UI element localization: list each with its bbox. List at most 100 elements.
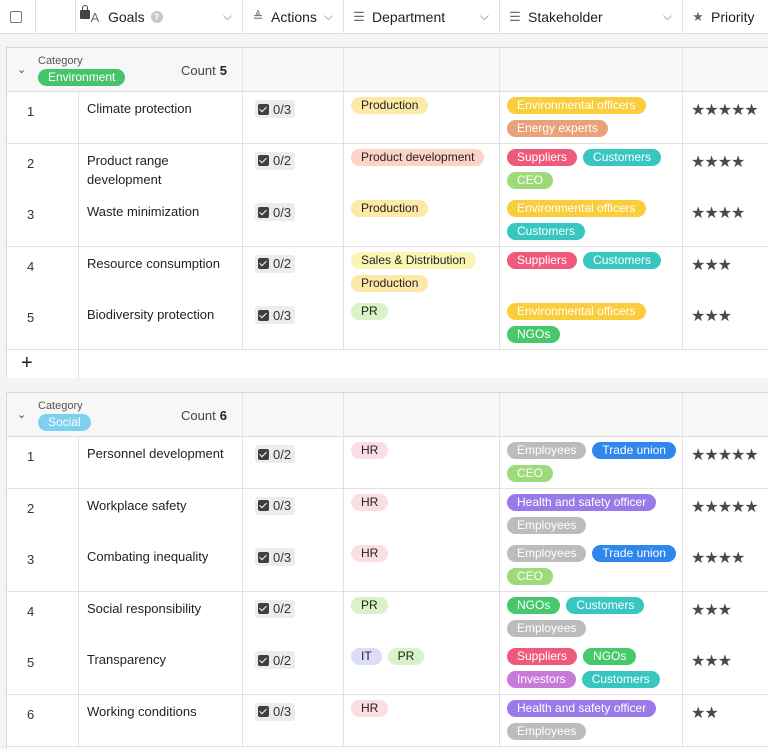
actions-cell[interactable]: 0/2 [243,437,344,488]
chevron-down-icon[interactable]: ⌄ [17,408,26,421]
select-all-checkbox[interactable] [10,11,22,23]
department-cell[interactable]: IT PR [344,643,500,694]
priority-cell[interactable]: ★★★★★ [683,92,768,143]
priority-cell[interactable]: ★★★ [683,298,768,349]
goal-cell[interactable]: Waste minimization [79,195,243,246]
priority-cell[interactable]: ★★★★★ [683,437,768,488]
goal-cell[interactable]: Transparency [79,643,243,694]
stakeholder-cell[interactable]: NGOs Customers Employees [500,591,683,643]
department-cell[interactable]: HR [344,540,500,591]
actions-cell[interactable]: 0/2 [243,143,344,195]
department-cell[interactable]: Sales & Distribution Production [344,246,500,298]
goal-cell[interactable]: Personnel development [79,437,243,488]
actions-cell[interactable]: 0/2 [243,591,344,643]
actions-cell[interactable]: 0/2 [243,246,344,298]
stakeholder-cell[interactable]: Employees Trade union CEO [500,540,683,591]
row-number: 3 [7,195,79,246]
table-row[interactable]: 1 Personnel development 0/2 HR Employees Trad… [7,437,768,489]
actions-cell[interactable]: 0/3 [243,92,344,143]
stakeholder-cell[interactable]: Health and safety officer Employees [500,488,683,540]
stakeholder-cell[interactable]: Environmental officers Energy experts [500,92,683,143]
stakeholder-tag: Trade union [592,442,676,459]
priority-cell[interactable]: ★★★★ [683,195,768,246]
stakeholder-cell[interactable]: Suppliers NGOs Investors Customers [500,643,683,694]
help-icon[interactable]: ? [150,11,163,23]
stakeholder-cell[interactable]: Environmental officers NGOs [500,298,683,349]
add-row-cell [7,349,79,378]
goal-cell[interactable]: Product range development [79,143,243,195]
actions-cell[interactable]: 0/3 [243,694,344,746]
actions-cell[interactable]: 0/3 [243,298,344,349]
chevron-down-icon[interactable]: ⌵ [223,9,232,24]
table-row[interactable]: 5 Transparency 0/2 IT PR Suppliers NGOs Investo… [7,643,768,695]
table-row[interactable]: 1 Climate protection 0/3 Production Environm… [7,92,768,144]
priority-stars: ★★★ [691,653,732,670]
column-header-stakeholder[interactable]: ☰ Stakeholder ⌵ [500,0,683,34]
group-social: ⌄ Category Social Count 6 1 Personnel developm… [6,392,768,749]
checkbox-icon [258,500,269,511]
table-row[interactable]: 3 Waste minimization 0/3 Production Environm… [7,195,768,247]
department-cell[interactable]: Production [344,92,500,143]
table-row[interactable]: 3 Combating inequality 0/3 HR Employees Trade… [7,540,768,592]
actions-cell[interactable]: 0/3 [243,488,344,540]
actions-cell[interactable]: 0/3 [243,195,344,246]
group-header-cell [243,393,344,437]
department-cell[interactable]: PR [344,591,500,643]
column-header-goals[interactable]: A Goals ? ⌵ [76,0,243,34]
stakeholder-cell[interactable]: Health and safety officer Employees [500,694,683,746]
chevron-down-icon[interactable]: ⌵ [480,9,489,24]
column-header-priority[interactable]: ★ Priority [683,0,768,34]
goal-cell[interactable]: Resource consumption [79,246,243,298]
stakeholder-cell[interactable]: Environmental officers Customers [500,195,683,246]
lock-cell[interactable] [36,0,90,34]
stakeholder-tag: Environmental officers [507,97,646,114]
group-category-pill: Social [38,414,91,431]
table-row[interactable]: 2 Workplace safety 0/3 HR Health and safety … [7,488,768,541]
table-row[interactable]: 4 Social responsibility 0/2 PR NGOs Customers… [7,591,768,644]
priority-cell[interactable]: ★★★★ [683,540,768,591]
actions-cell[interactable]: 0/2 [243,643,344,694]
group-header-cell [344,48,500,92]
goal-cell[interactable]: Biodiversity protection [79,298,243,349]
chevron-down-icon[interactable]: ⌵ [324,9,333,24]
department-tag: HR [351,442,389,459]
goal-cell[interactable]: Climate protection [79,92,243,143]
department-cell[interactable]: HR [344,488,500,540]
department-cell[interactable]: Production [344,195,500,246]
department-tag: Sales & Distribution [351,251,476,269]
priority-cell[interactable]: ★★★ [683,592,768,643]
priority-cell[interactable]: ★★★ [683,247,768,298]
priority-cell[interactable]: ★★★ [683,643,768,694]
table-row[interactable]: 5 Biodiversity protection 0/3 PR Environment… [7,298,768,350]
stakeholder-cell[interactable]: Suppliers Customers CEO [500,143,683,195]
select-all-cell[interactable] [0,0,36,34]
goal-cell[interactable]: Combating inequality [79,540,243,591]
table-row[interactable]: 6 Working conditions 0/3 HR Health and safet… [7,694,768,747]
priority-cell[interactable]: ★★★★★ [683,489,768,540]
stakeholder-tag: CEO [507,465,554,482]
column-header-actions[interactable]: ≜ Actions ⌵ [243,0,344,34]
goal-cell[interactable]: Social responsibility [79,591,243,643]
group-count-label: Count [181,408,216,423]
stakeholder-tag: Suppliers [507,148,578,166]
table-row[interactable]: 2 Product range development 0/2 Product dev… [7,143,768,196]
stakeholder-cell[interactable]: Suppliers Customers [500,246,683,298]
actions-progress: 0/3 [255,548,296,566]
chevron-down-icon[interactable]: ⌄ [17,63,26,76]
priority-cell[interactable]: ★★★★ [683,144,768,195]
stakeholder-cell[interactable]: Employees Trade union CEO [500,437,683,488]
goal-cell[interactable]: Working conditions [79,694,243,746]
chevron-down-icon[interactable]: ⌵ [663,9,672,24]
priority-cell[interactable]: ★★ [683,695,768,746]
table-row[interactable]: 4 Resource consumption 0/2 Sales & Distribu… [7,246,768,299]
goal-cell[interactable]: Workplace safety [79,488,243,540]
add-row-button[interactable]: + [21,352,33,375]
department-cell[interactable]: PR [344,298,500,349]
department-cell[interactable]: HR [344,437,500,488]
actions-cell[interactable]: 0/3 [243,540,344,591]
department-cell[interactable]: HR [344,694,500,746]
column-header-department[interactable]: ☰ Department ⌵ [344,0,500,34]
department-cell[interactable]: Product development [344,143,500,195]
add-row[interactable]: + [7,349,768,378]
priority-stars: ★★★★ [691,205,745,222]
